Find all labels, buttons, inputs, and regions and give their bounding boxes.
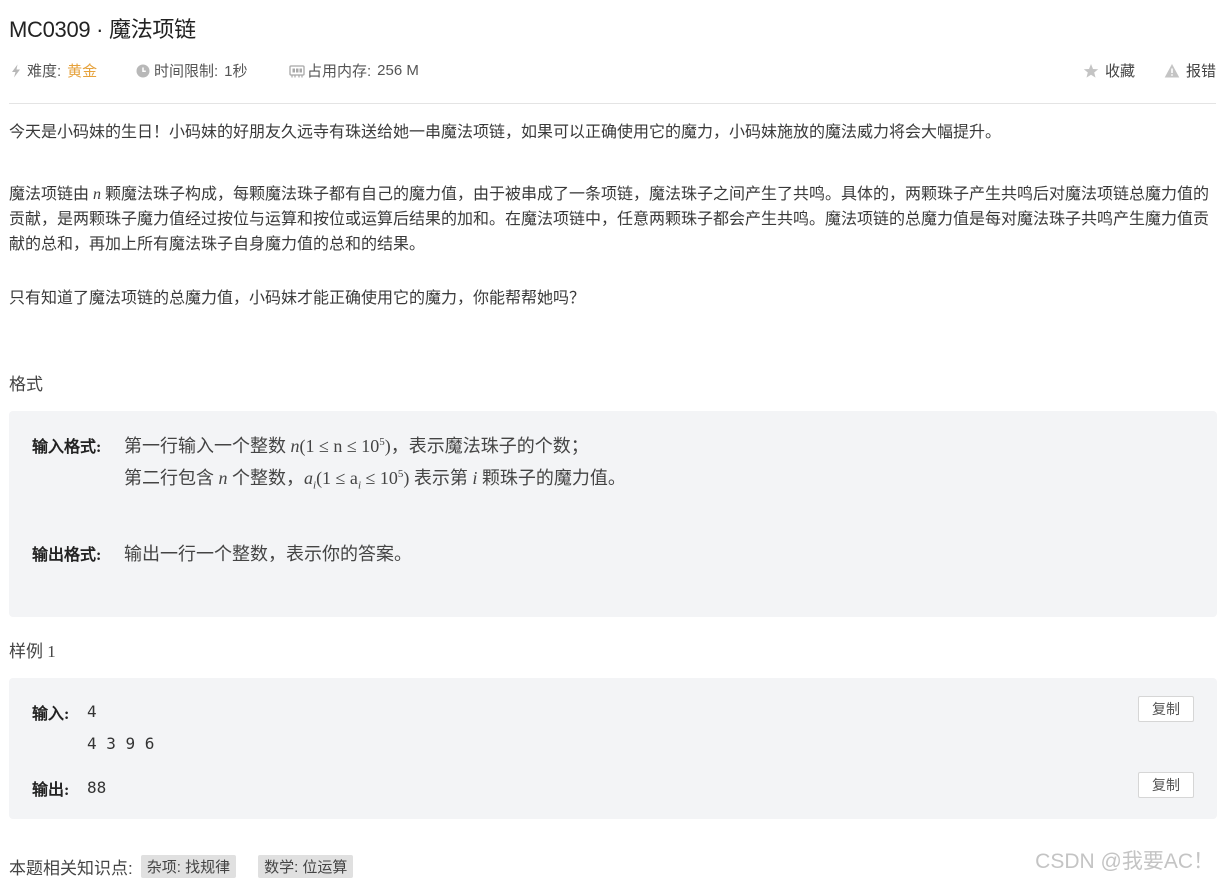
lightning-icon <box>9 64 23 78</box>
memory-label: 占用内存: <box>307 63 372 80</box>
copy-output-button[interactable]: 复制 <box>1138 772 1194 798</box>
clock-icon <box>136 64 150 78</box>
description-paragraph-2: 魔法项链由 n 颗魔法珠子构成，每颗魔法珠子都有自己的魔力值，由于被串成了一条项… <box>9 182 1219 257</box>
p2-variable-n: n <box>93 186 102 203</box>
problem-title: MC0309 · 魔法项链 <box>9 12 196 44</box>
time-limit: 时间限制: 1秒 <box>136 60 248 81</box>
input-format-line-2: 第二行包含 n 个整数，ai(1 ≤ ai ≤ 105) 表示第 i 颗珠子的魔… <box>124 464 626 492</box>
input-line2-var: n <box>218 468 228 488</box>
memory-chip-icon <box>289 64 305 78</box>
copy-input-button[interactable]: 复制 <box>1138 696 1194 722</box>
watermark: CSDN @我要AC！ <box>1035 850 1214 873</box>
problem-code: MC0309 <box>9 17 91 42</box>
p2-text-after: 颗魔法珠子构成，每颗魔法珠子都有自己的魔力值，由于被串成了一条项链，魔法珠子之间… <box>9 186 1210 253</box>
input-line2-text-b: 个整数， <box>227 468 304 488</box>
input-line2-tail: 颗珠子的魔力值。 <box>477 468 626 488</box>
sample-output-label: 输出: <box>32 782 70 799</box>
p2-text-before: 魔法项链由 <box>9 186 94 203</box>
input-line2-math: (1 ≤ a <box>316 468 358 488</box>
favorite-label: 收藏 <box>1104 63 1135 80</box>
problem-meta: 难度: 黄金 时间限制: 1秒 占用内存: 256 M 收藏 报错 <box>9 60 1216 82</box>
header-divider <box>9 103 1216 104</box>
knowledge-tag[interactable]: 杂项: 找规律 <box>140 855 237 878</box>
input-line1-tail: ，表示魔法珠子的个数； <box>390 436 589 456</box>
report-button[interactable]: 报错 <box>1164 60 1216 81</box>
input-line2-math2: ≤ 10 <box>361 468 398 488</box>
sample-section-title: 样例 1 <box>9 642 56 661</box>
difficulty-label: 难度: <box>27 63 62 80</box>
input-line1-var: n <box>290 436 300 456</box>
sample-output-value: 88 <box>87 778 107 797</box>
knowledge-label: 本题相关知识点: <box>9 859 133 878</box>
star-icon <box>1083 63 1099 79</box>
sample-input-line-1: 4 <box>87 702 97 721</box>
output-format-text: 输出一行一个整数，表示你的答案。 <box>124 544 412 564</box>
input-line1-text: 第一行输入一个整数 <box>124 436 291 456</box>
input-format-label: 输入格式: <box>32 439 102 456</box>
sample-box: 输入: 4 4 3 9 6 复制 输出: 88 复制 <box>9 678 1217 819</box>
time-value: 1秒 <box>224 63 248 80</box>
knowledge-tag[interactable]: 数学: 位运算 <box>258 855 354 878</box>
knowledge-points: 本题相关知识点: 杂项: 找规律 数学: 位运算 <box>9 854 354 878</box>
report-label: 报错 <box>1185 63 1216 80</box>
format-box: 输入格式: 第一行输入一个整数 n(1 ≤ n ≤ 105)，表示魔法珠子的个数… <box>9 411 1217 617</box>
description-paragraph-3: 只有知道了魔法项链的总魔力值，小码妹才能正确使用它的魔力，你能帮帮她吗？ <box>9 290 586 307</box>
time-label: 时间限制: <box>154 63 219 80</box>
input-format-line-1: 第一行输入一个整数 n(1 ≤ n ≤ 105)，表示魔法珠子的个数； <box>124 432 589 458</box>
sample-input-line-2: 4 3 9 6 <box>87 734 155 753</box>
favorite-button[interactable]: 收藏 <box>1083 60 1135 81</box>
sample-input-label: 输入: <box>32 706 70 723</box>
memory-value: 256 M <box>377 62 419 79</box>
warning-icon <box>1164 63 1180 79</box>
output-format-label: 输出格式: <box>32 547 102 564</box>
title-separator: · <box>90 17 110 42</box>
input-line1-math: (1 ≤ n ≤ 10 <box>299 436 380 456</box>
difficulty-value: 黄金 <box>67 63 98 80</box>
input-line2-var-a: a <box>304 468 313 488</box>
memory-limit: 占用内存: 256 M <box>289 60 419 81</box>
input-line2-text: 第二行包含 <box>124 468 219 488</box>
input-line2-text-c: 表示第 <box>409 468 473 488</box>
problem-name: 魔法项链 <box>109 17 196 42</box>
format-section-title: 格式 <box>9 375 43 394</box>
description-paragraph-1: 今天是小码妹的生日！小码妹的好朋友久远寺有珠送给她一串魔法项链，如果可以正确使用… <box>9 124 1002 141</box>
difficulty: 难度: 黄金 <box>9 60 97 81</box>
